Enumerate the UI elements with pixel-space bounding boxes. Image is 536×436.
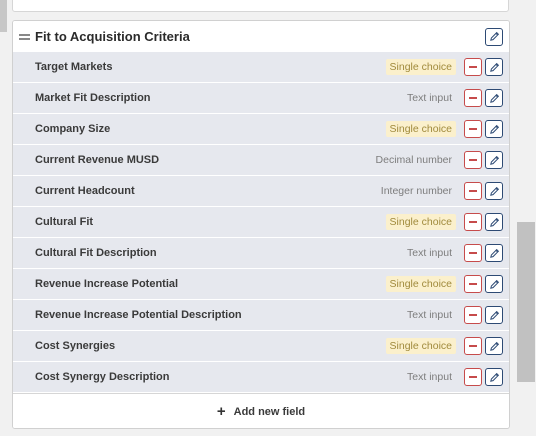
minus-icon <box>469 190 477 192</box>
field-label: Cost Synergy Description <box>35 371 170 383</box>
field-type-badge: Single choice <box>385 338 456 354</box>
field-row[interactable]: Market Fit Description Text input <box>13 83 509 113</box>
pencil-icon <box>489 62 499 72</box>
field-type-badge: Text input <box>407 371 452 383</box>
remove-field-button[interactable] <box>464 368 482 386</box>
pencil-icon <box>489 186 499 196</box>
remove-field-button[interactable] <box>464 151 482 169</box>
minus-icon <box>469 252 477 254</box>
field-label: Market Fit Description <box>35 92 151 104</box>
remove-field-button[interactable] <box>464 213 482 231</box>
field-type-badge: Single choice <box>385 121 456 137</box>
field-type-badge: Single choice <box>385 59 456 75</box>
pencil-icon <box>489 31 499 41</box>
minus-icon <box>469 221 477 223</box>
minus-icon <box>469 128 477 130</box>
edit-field-button[interactable] <box>485 89 503 107</box>
field-row[interactable]: Revenue Increase Potential Single choice <box>13 269 509 299</box>
field-label: Revenue Increase Potential <box>35 278 179 290</box>
pencil-icon <box>489 310 499 320</box>
edit-field-button[interactable] <box>485 368 503 386</box>
pencil-icon <box>489 93 499 103</box>
remove-field-button[interactable] <box>464 337 482 355</box>
pencil-icon <box>489 279 499 289</box>
remove-field-button[interactable] <box>464 89 482 107</box>
field-label: Target Markets <box>35 61 113 73</box>
pencil-icon <box>489 124 499 134</box>
edit-field-button[interactable] <box>485 306 503 324</box>
page-scrollbar[interactable] <box>517 0 535 436</box>
edit-field-button[interactable] <box>485 58 503 76</box>
field-list: Target Markets Single choice Market Fit De… <box>13 52 509 392</box>
add-new-field-button[interactable]: + Add new field <box>13 393 509 428</box>
edit-section-button[interactable] <box>485 27 503 46</box>
minus-icon <box>469 314 477 316</box>
field-type-badge: Text input <box>407 309 452 321</box>
field-type-badge: Text input <box>407 247 452 259</box>
edit-field-button[interactable] <box>485 244 503 262</box>
field-label: Revenue Increase Potential Description <box>35 309 242 321</box>
remove-field-button[interactable] <box>464 58 482 76</box>
section-fit-to-acquisition-criteria: Fit to Acquisition Criteria Target Marke… <box>12 20 510 429</box>
remove-field-button[interactable] <box>464 182 482 200</box>
field-label: Cost Synergies <box>35 340 116 352</box>
plus-icon: + <box>216 403 226 420</box>
field-label: Current Revenue MUSD <box>35 154 160 166</box>
scroll-thumb[interactable] <box>517 222 535 382</box>
field-row[interactable]: Target Markets Single choice <box>13 52 509 82</box>
field-type-badge: Integer number <box>380 185 452 197</box>
field-label: Cultural Fit <box>35 216 94 228</box>
field-row[interactable]: Current Revenue MUSD Decimal number <box>13 145 509 175</box>
remove-field-button[interactable] <box>464 275 482 293</box>
minus-icon <box>469 283 477 285</box>
field-row[interactable]: Company Size Single choice <box>13 114 509 144</box>
drag-handle-icon[interactable] <box>19 33 30 40</box>
edit-field-button[interactable] <box>485 120 503 138</box>
edit-field-button[interactable] <box>485 213 503 231</box>
add-new-field-label: Add new field <box>233 405 306 418</box>
field-row[interactable]: Current Headcount Integer number <box>13 176 509 206</box>
field-type-badge: Decimal number <box>375 154 452 166</box>
edit-field-button[interactable] <box>485 337 503 355</box>
remove-field-button[interactable] <box>464 120 482 138</box>
minus-icon <box>469 97 477 99</box>
pencil-icon <box>489 248 499 258</box>
field-row[interactable]: Cost Synergy Description Text input <box>13 362 509 392</box>
pencil-icon <box>489 217 499 227</box>
pencil-icon <box>489 341 499 351</box>
remove-field-button[interactable] <box>464 244 482 262</box>
edit-field-button[interactable] <box>485 151 503 169</box>
page: Fit to Acquisition Criteria Target Marke… <box>0 0 536 436</box>
pencil-icon <box>489 155 499 165</box>
field-label: Company Size <box>35 123 111 135</box>
minus-icon <box>469 345 477 347</box>
section-title: Fit to Acquisition Criteria <box>35 29 190 44</box>
minus-icon <box>469 376 477 378</box>
field-row[interactable]: Revenue Increase Potential Description Te… <box>13 300 509 330</box>
field-row[interactable]: Cultural Fit Single choice <box>13 207 509 237</box>
minus-icon <box>469 159 477 161</box>
previous-section-card <box>12 0 509 12</box>
edit-field-button[interactable] <box>485 275 503 293</box>
remove-field-button[interactable] <box>464 306 482 324</box>
field-label: Current Headcount <box>35 185 135 197</box>
minus-icon <box>469 66 477 68</box>
left-scrollbar[interactable] <box>0 0 7 32</box>
field-type-badge: Single choice <box>385 214 456 230</box>
section-header: Fit to Acquisition Criteria <box>13 21 509 52</box>
field-type-badge: Single choice <box>385 276 456 292</box>
edit-field-button[interactable] <box>485 182 503 200</box>
pencil-icon <box>489 372 499 382</box>
field-label: Cultural Fit Description <box>35 247 157 259</box>
field-row[interactable]: Cultural Fit Description Text input <box>13 238 509 268</box>
field-type-badge: Text input <box>407 92 452 104</box>
field-row[interactable]: Cost Synergies Single choice <box>13 331 509 361</box>
